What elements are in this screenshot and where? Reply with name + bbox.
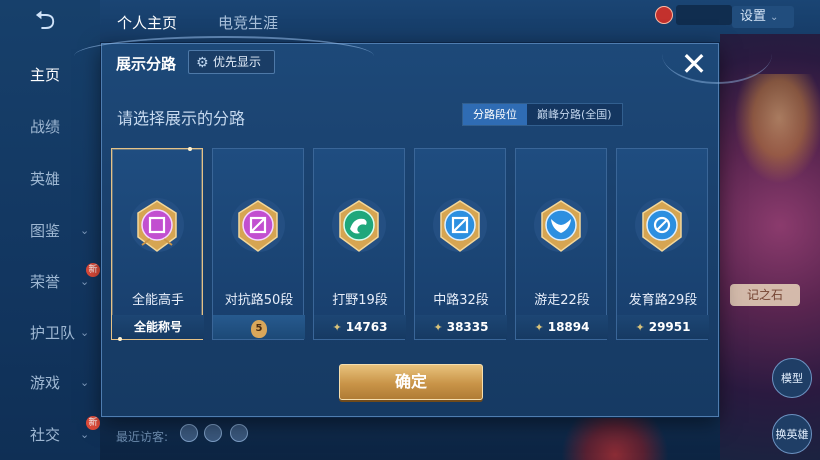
priority-display-label: 优先显示 — [213, 55, 262, 69]
sidebar-item-label: 战绩 — [30, 118, 61, 136]
points-icon: ✦ — [332, 321, 342, 334]
dialog-subtitle: 请选择展示的分路 — [117, 109, 246, 128]
close-icon[interactable]: ✕ — [676, 47, 712, 83]
lane-card-points: 38335 — [446, 320, 489, 334]
back-arrow-icon[interactable]: ⮌ — [22, 6, 68, 36]
decoration — [560, 410, 670, 460]
sidebar-item-label: 荣誉 — [30, 273, 61, 291]
lane-card-label: 对抗路50段 — [224, 293, 294, 308]
sidebar-item-label: 英雄 — [30, 170, 61, 188]
sidebar-item-social[interactable]: 社交 ⌄ 新 — [0, 416, 100, 450]
sidebar-item-home[interactable]: 主页 — [0, 60, 100, 90]
chevron-down-icon: ⌄ — [770, 12, 779, 23]
visitor-avatar[interactable] — [230, 424, 248, 442]
dialog-title: 展示分路 — [116, 55, 177, 73]
sidebar-item-label: 主页 — [30, 66, 61, 84]
lane-card-title-text: 全能称号 — [133, 320, 182, 334]
new-badge: 新 — [86, 416, 100, 430]
hero-showcase: 记之石 — [720, 34, 820, 460]
sidebar-item-label: 游戏 — [30, 374, 61, 392]
lane-card-label: 游走22段 — [534, 293, 590, 308]
lane-card-list: 全能高手 全能称号 对抗路50段 5 打野19段 ✦ 14763 中路32段 ✦… — [111, 147, 711, 341]
change-hero-button[interactable]: 换英雄 — [772, 414, 812, 454]
blue-slash-emblem-icon — [433, 198, 487, 252]
tab-peak-lane-national[interactable]: 巅峰分路(全国) — [527, 104, 622, 125]
model-button[interactable]: 模型 — [772, 358, 812, 398]
lane-card-clash-lane[interactable]: 对抗路50段 5 — [212, 148, 305, 340]
visitor-avatar[interactable] — [180, 424, 198, 442]
sidebar-item-records[interactable]: 战绩 — [0, 112, 100, 142]
recent-visitors-label: 最近访客: — [116, 430, 169, 444]
sidebar-item-guard[interactable]: 护卫队 ⌄ — [0, 318, 100, 348]
blue-wings-emblem-icon — [534, 198, 588, 252]
lane-card-points-footer: ✦ 18894 — [516, 315, 608, 339]
confirm-button[interactable]: 确定 — [339, 364, 483, 400]
sidebar-item-game[interactable]: 游戏 ⌄ — [0, 368, 100, 398]
tab-lane-rank[interactable]: 分路段位 — [463, 104, 527, 125]
sidebar-item-codex[interactable]: 图鉴 ⌄ — [0, 216, 100, 246]
lane-card-mid[interactable]: 中路32段 ✦ 38335 — [414, 148, 507, 340]
blue-target-emblem-icon — [635, 198, 689, 252]
lane-card-farm-lane[interactable]: 发育路29段 ✦ 29951 — [616, 148, 709, 340]
settings-label: 设置 — [740, 9, 767, 24]
lane-card-points: 14763 — [345, 320, 388, 334]
visitor-avatar[interactable] — [204, 424, 222, 442]
sidebar-item-heroes[interactable]: 英雄 — [0, 164, 100, 194]
lane-card-title-footer: 全能称号 — [112, 315, 204, 339]
tab-esports-career[interactable]: 电竞生涯 — [218, 12, 278, 33]
lane-type-toggle: 分路段位 巅峰分路(全国) — [462, 103, 623, 126]
tab-profile[interactable]: 个人主页 — [117, 12, 177, 33]
lane-card-rank-footer: 5 — [213, 315, 305, 339]
rank-badge-icon: 5 — [251, 320, 267, 338]
avatar[interactable] — [655, 6, 673, 24]
gear-icon: ⚙ — [196, 55, 209, 71]
lane-card-label: 全能高手 — [131, 293, 184, 308]
new-badge: 新 — [86, 263, 100, 277]
chevron-down-icon: ⌄ — [80, 376, 90, 389]
display-lane-dialog: 展示分路 ⚙ 优先显示 ✕ 请选择展示的分路 分路段位 巅峰分路(全国) 全能高… — [74, 36, 772, 417]
lane-card-all-round[interactable]: 全能高手 全能称号 — [111, 147, 204, 341]
lane-card-points-footer: ✦ 38335 — [415, 315, 507, 339]
chevron-down-icon: ⌄ — [80, 224, 90, 237]
lane-card-label: 中路32段 — [433, 293, 489, 308]
lane-card-points-footer: ✦ 14763 — [314, 315, 406, 339]
sidebar-item-label: 社交 — [30, 426, 61, 444]
green-dragon-emblem-icon — [332, 198, 386, 252]
currency-panel — [676, 5, 732, 25]
points-icon: ✦ — [534, 321, 544, 334]
sidebar-item-label: 护卫队 — [30, 324, 76, 342]
sidebar-item-label: 图鉴 — [30, 222, 61, 240]
points-icon: ✦ — [433, 321, 443, 334]
lane-card-jungle[interactable]: 打野19段 ✦ 14763 — [313, 148, 406, 340]
lane-card-label: 打野19段 — [332, 293, 388, 308]
lane-card-points-footer: ✦ 29951 — [617, 315, 709, 339]
lane-card-label: 发育路29段 — [628, 293, 698, 308]
lane-card-points: 18894 — [547, 320, 590, 334]
purple-square-emblem-icon — [130, 198, 184, 252]
points-icon: ✦ — [635, 321, 645, 334]
hero-speech-bubble: 记之石 — [730, 284, 800, 306]
settings-button[interactable]: 设置 ⌄ — [732, 6, 794, 28]
chevron-down-icon: ⌄ — [80, 326, 90, 339]
purple-crossed-emblem-icon — [231, 198, 285, 252]
priority-display-button[interactable]: ⚙ 优先显示 — [188, 50, 275, 74]
lane-card-points: 29951 — [648, 320, 691, 334]
sidebar-item-honor[interactable]: 荣誉 ⌄ 新 — [0, 263, 100, 297]
lane-card-roam[interactable]: 游走22段 ✦ 18894 — [515, 148, 608, 340]
hero-figure — [734, 74, 820, 184]
